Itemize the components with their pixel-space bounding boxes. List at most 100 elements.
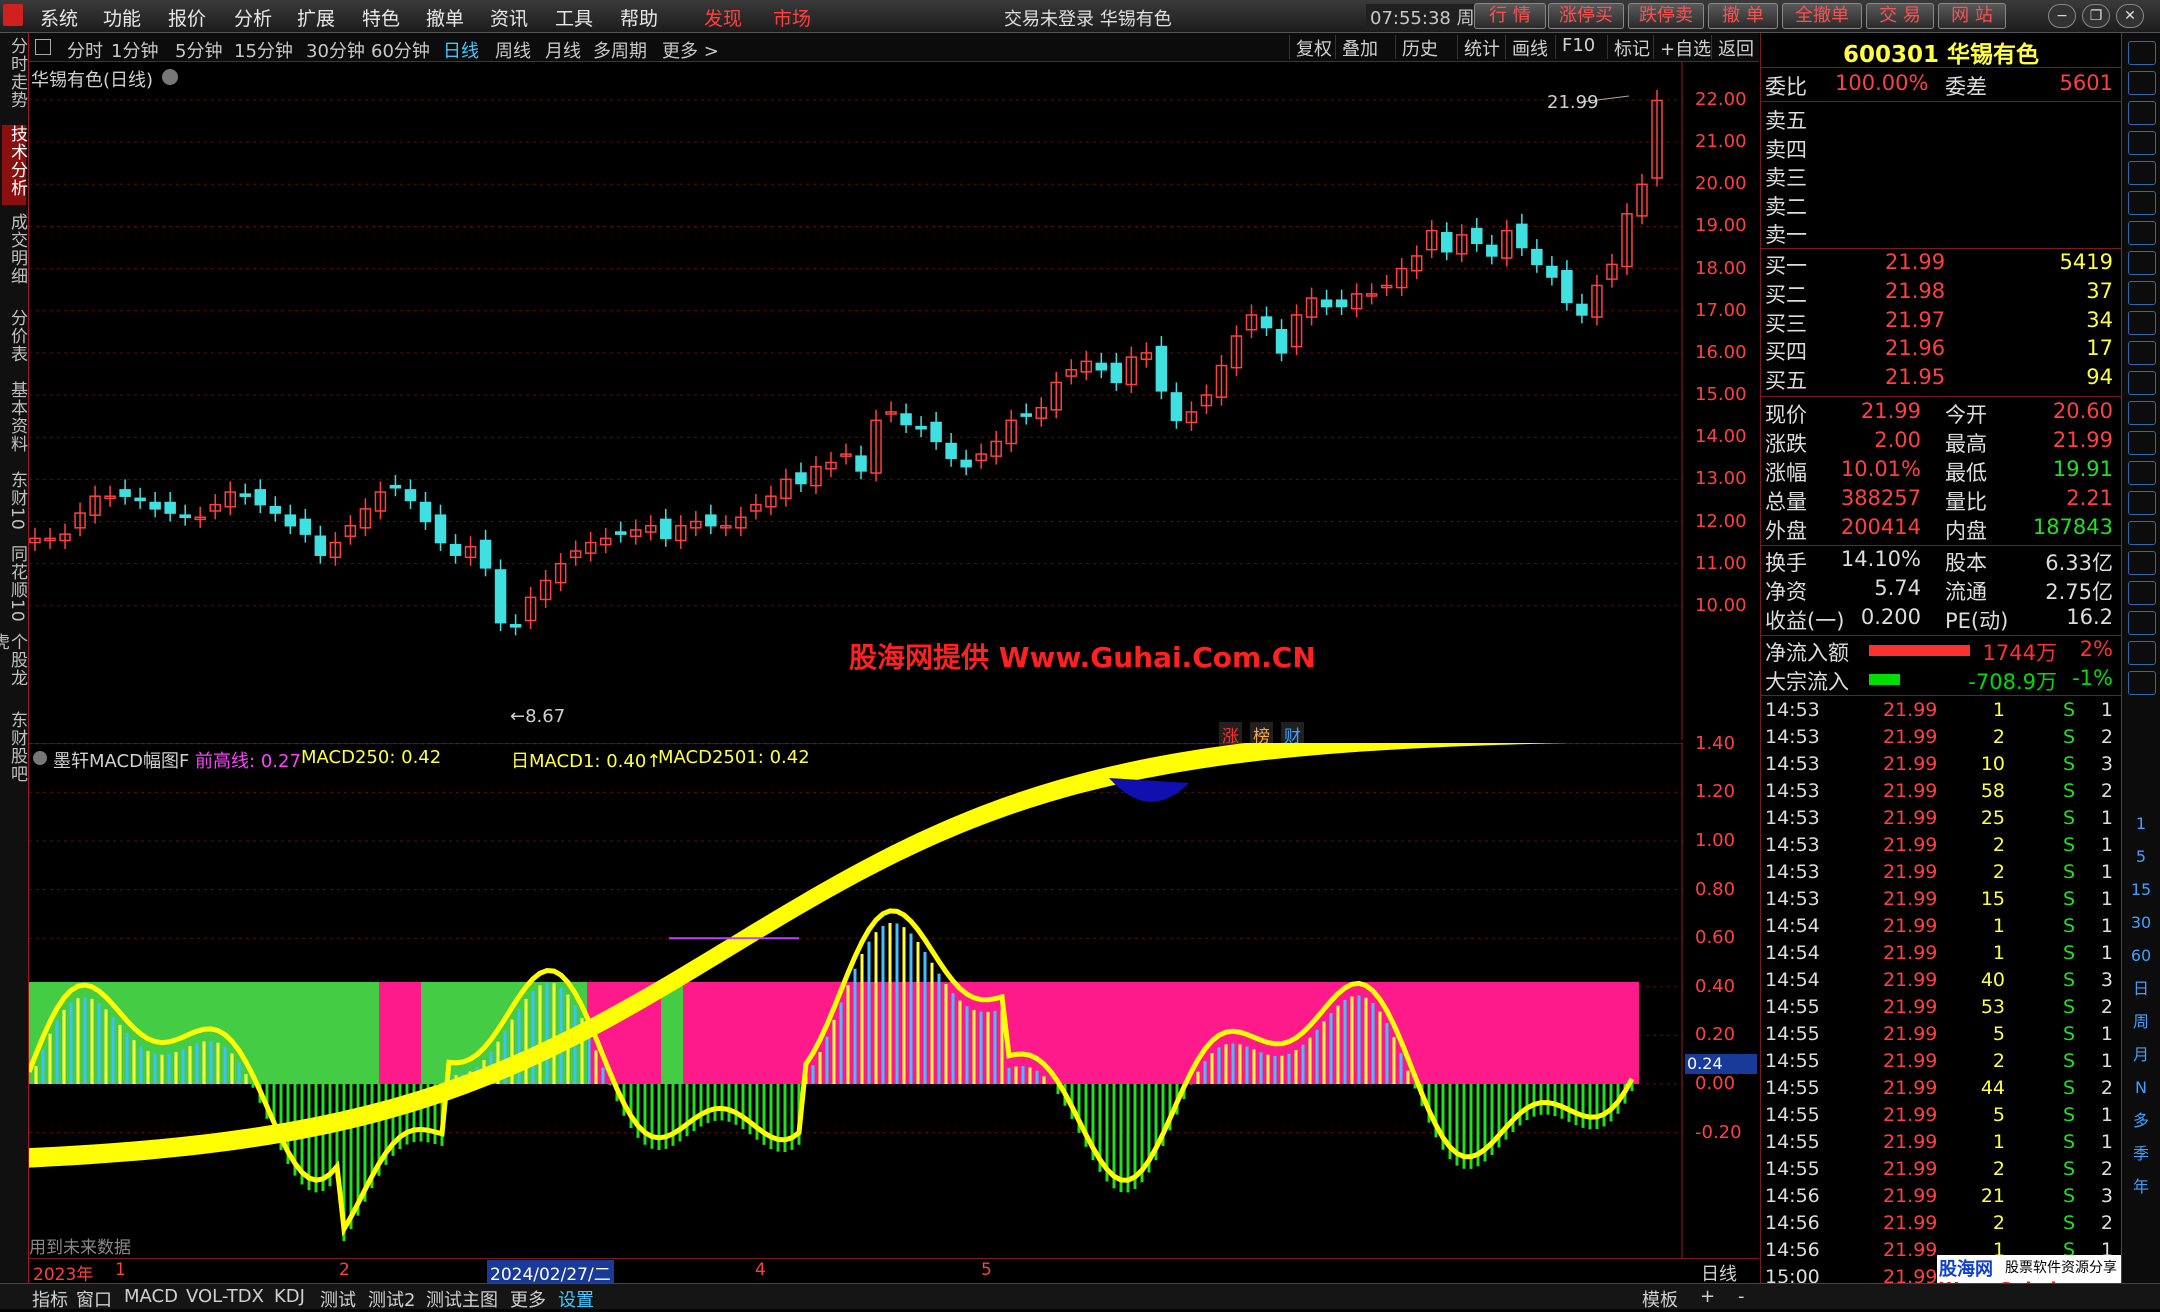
period-shortcut[interactable]: 1 <box>2128 813 2154 835</box>
menu-item[interactable]: 特色 <box>362 4 400 31</box>
menu-item[interactable]: 帮助 <box>620 4 658 31</box>
menu-item[interactable]: 扩展 <box>297 4 335 31</box>
top-action-button[interactable]: 全撤单 <box>1782 3 1862 29</box>
period-shortcut[interactable]: N <box>2128 1077 2154 1099</box>
period-item[interactable]: 更多 > <box>662 37 719 63</box>
menu-item[interactable]: 资讯 <box>490 4 528 31</box>
chart-tool-button[interactable]: +自选 <box>1653 35 1711 60</box>
indicator-tab[interactable]: 测试2 <box>368 1286 415 1312</box>
toggle-panel-icon[interactable] <box>35 39 51 55</box>
period-item[interactable]: 周线 <box>495 37 531 63</box>
toolbar-icon[interactable] <box>2128 131 2156 155</box>
period-item[interactable]: 多周期 <box>593 37 647 63</box>
top-action-button[interactable]: 撤 单 <box>1708 3 1778 29</box>
macd-indicator-chart[interactable]: 墨轩MACD幅图F 前高线: 0.27 MACD250: 0.42 日MACD1… <box>29 743 1757 1258</box>
period-item[interactable]: 15分钟 <box>234 37 293 63</box>
left-tab[interactable]: 技术分析 <box>2 125 27 205</box>
period-item[interactable]: 5分钟 <box>175 37 222 63</box>
toolbar-icon[interactable] <box>2128 521 2156 545</box>
toolbar-icon[interactable] <box>2128 161 2156 185</box>
toolbar-icon[interactable] <box>2128 461 2156 485</box>
top-action-button[interactable]: 网 站 <box>1938 3 2006 29</box>
toolbar-icon[interactable] <box>2128 431 2156 455</box>
app-logo-icon[interactable] <box>3 4 23 26</box>
period-shortcut[interactable]: 30 <box>2128 912 2154 934</box>
period-shortcut[interactable]: 5 <box>2128 846 2154 868</box>
toolbar-icon[interactable] <box>2128 581 2156 605</box>
left-tab[interactable]: 个股龙虎 <box>0 633 27 703</box>
indicator-settings-icon[interactable] <box>33 751 47 765</box>
toolbar-icon[interactable] <box>2128 341 2156 365</box>
toolbar-icon[interactable] <box>2128 191 2156 215</box>
chart-tool-button[interactable]: 复权 <box>1289 35 1332 60</box>
indicator-tab[interactable]: 更多 <box>510 1286 546 1312</box>
left-tab[interactable]: 成交明细 <box>2 213 27 303</box>
toolbar-icon[interactable] <box>2128 611 2156 635</box>
period-shortcut[interactable]: 周 <box>2128 1011 2154 1033</box>
template-button[interactable]: - <box>1738 1286 1745 1307</box>
indicator-tab[interactable]: 测试主图 <box>426 1286 498 1312</box>
period-item[interactable]: 1分钟 <box>111 37 158 63</box>
top-action-button[interactable]: 涨停买 <box>1548 3 1624 29</box>
toolbar-icon[interactable] <box>2128 281 2156 305</box>
indicator-tab[interactable]: 测试 <box>320 1286 356 1312</box>
toolbar-icon[interactable] <box>2128 401 2156 425</box>
toolbar-icon[interactable] <box>2128 641 2156 665</box>
toolbar-icon[interactable] <box>2128 221 2156 245</box>
menu-item-highlight[interactable]: 市场 <box>773 4 811 31</box>
menu-item[interactable]: 撤单 <box>426 4 464 31</box>
period-shortcut[interactable]: 月 <box>2128 1044 2154 1066</box>
period-shortcut[interactable]: 季 <box>2128 1143 2154 1165</box>
chart-tool-button[interactable]: 画线 <box>1505 35 1548 60</box>
left-tab[interactable]: 分时走势 <box>2 37 27 117</box>
menu-item[interactable]: 系统 <box>40 4 78 31</box>
left-tab[interactable]: 东财股吧 <box>2 711 27 791</box>
chart-tool-button[interactable]: 叠加 <box>1335 35 1378 60</box>
indicator-tab[interactable]: 设置 <box>558 1286 594 1312</box>
toolbar-icon[interactable] <box>2128 371 2156 395</box>
period-item[interactable]: 日线 <box>443 37 479 63</box>
period-shortcut[interactable]: 15 <box>2128 879 2154 901</box>
toolbar-icon[interactable] <box>2128 71 2156 95</box>
left-tab[interactable]: 同花顺10 <box>2 545 27 627</box>
toolbar-icon[interactable] <box>2128 101 2156 125</box>
close-icon[interactable]: ✕ <box>2116 4 2144 28</box>
menu-item-highlight[interactable]: 发现 <box>704 4 742 31</box>
indicator-tab[interactable]: 窗口 <box>76 1286 112 1312</box>
template-button[interactable]: + <box>1700 1286 1715 1307</box>
candlestick-chart[interactable]: 华锡有色(日线) 股海网提供 Www.Guhai.Com.CN 21.99 ←8… <box>29 62 1683 747</box>
menu-item[interactable]: 报价 <box>168 4 206 31</box>
restore-icon[interactable]: ❐ <box>2082 4 2110 28</box>
chart-settings-icon[interactable] <box>162 69 178 85</box>
menu-item[interactable]: 工具 <box>555 4 593 31</box>
chart-tool-button[interactable]: 标记 <box>1607 35 1650 60</box>
period-shortcut[interactable]: 日 <box>2128 978 2154 1000</box>
left-tab[interactable]: 基本资料 <box>2 381 27 465</box>
template-button[interactable]: 模板 <box>1642 1286 1678 1312</box>
top-action-button[interactable]: 跌停卖 <box>1628 3 1704 29</box>
chart-tool-button[interactable]: 历史 <box>1395 35 1438 60</box>
period-shortcut[interactable]: 多 <box>2128 1110 2154 1132</box>
left-tab[interactable]: 东财10 <box>2 471 27 537</box>
indicator-tab[interactable]: KDJ <box>274 1286 305 1307</box>
period-item[interactable]: 60分钟 <box>371 37 430 63</box>
period-item[interactable]: 月线 <box>545 37 581 63</box>
toolbar-icon[interactable] <box>2128 311 2156 335</box>
chart-tool-button[interactable]: 返回 <box>1711 35 1754 60</box>
menu-item[interactable]: 功能 <box>103 4 141 31</box>
indicator-tab[interactable]: VOL-TDX <box>186 1286 264 1307</box>
toolbar-icon[interactable] <box>2128 671 2156 695</box>
period-item[interactable]: 分时 <box>67 37 103 63</box>
top-action-button[interactable]: 行 情 <box>1474 3 1546 29</box>
indicator-tab[interactable]: 指标 <box>32 1286 68 1312</box>
toolbar-icon[interactable] <box>2128 551 2156 575</box>
minimize-icon[interactable]: − <box>2048 4 2076 28</box>
toolbar-icon[interactable] <box>2128 41 2156 65</box>
chart-tool-button[interactable]: F10 <box>1555 35 1595 59</box>
toolbar-icon[interactable] <box>2128 251 2156 275</box>
indicator-tab[interactable]: MACD <box>124 1286 178 1307</box>
left-tab[interactable]: 分价表 <box>2 309 27 375</box>
chart-tool-button[interactable]: 统计 <box>1457 35 1500 60</box>
toolbar-icon[interactable] <box>2128 491 2156 515</box>
period-shortcut[interactable]: 60 <box>2128 945 2154 967</box>
